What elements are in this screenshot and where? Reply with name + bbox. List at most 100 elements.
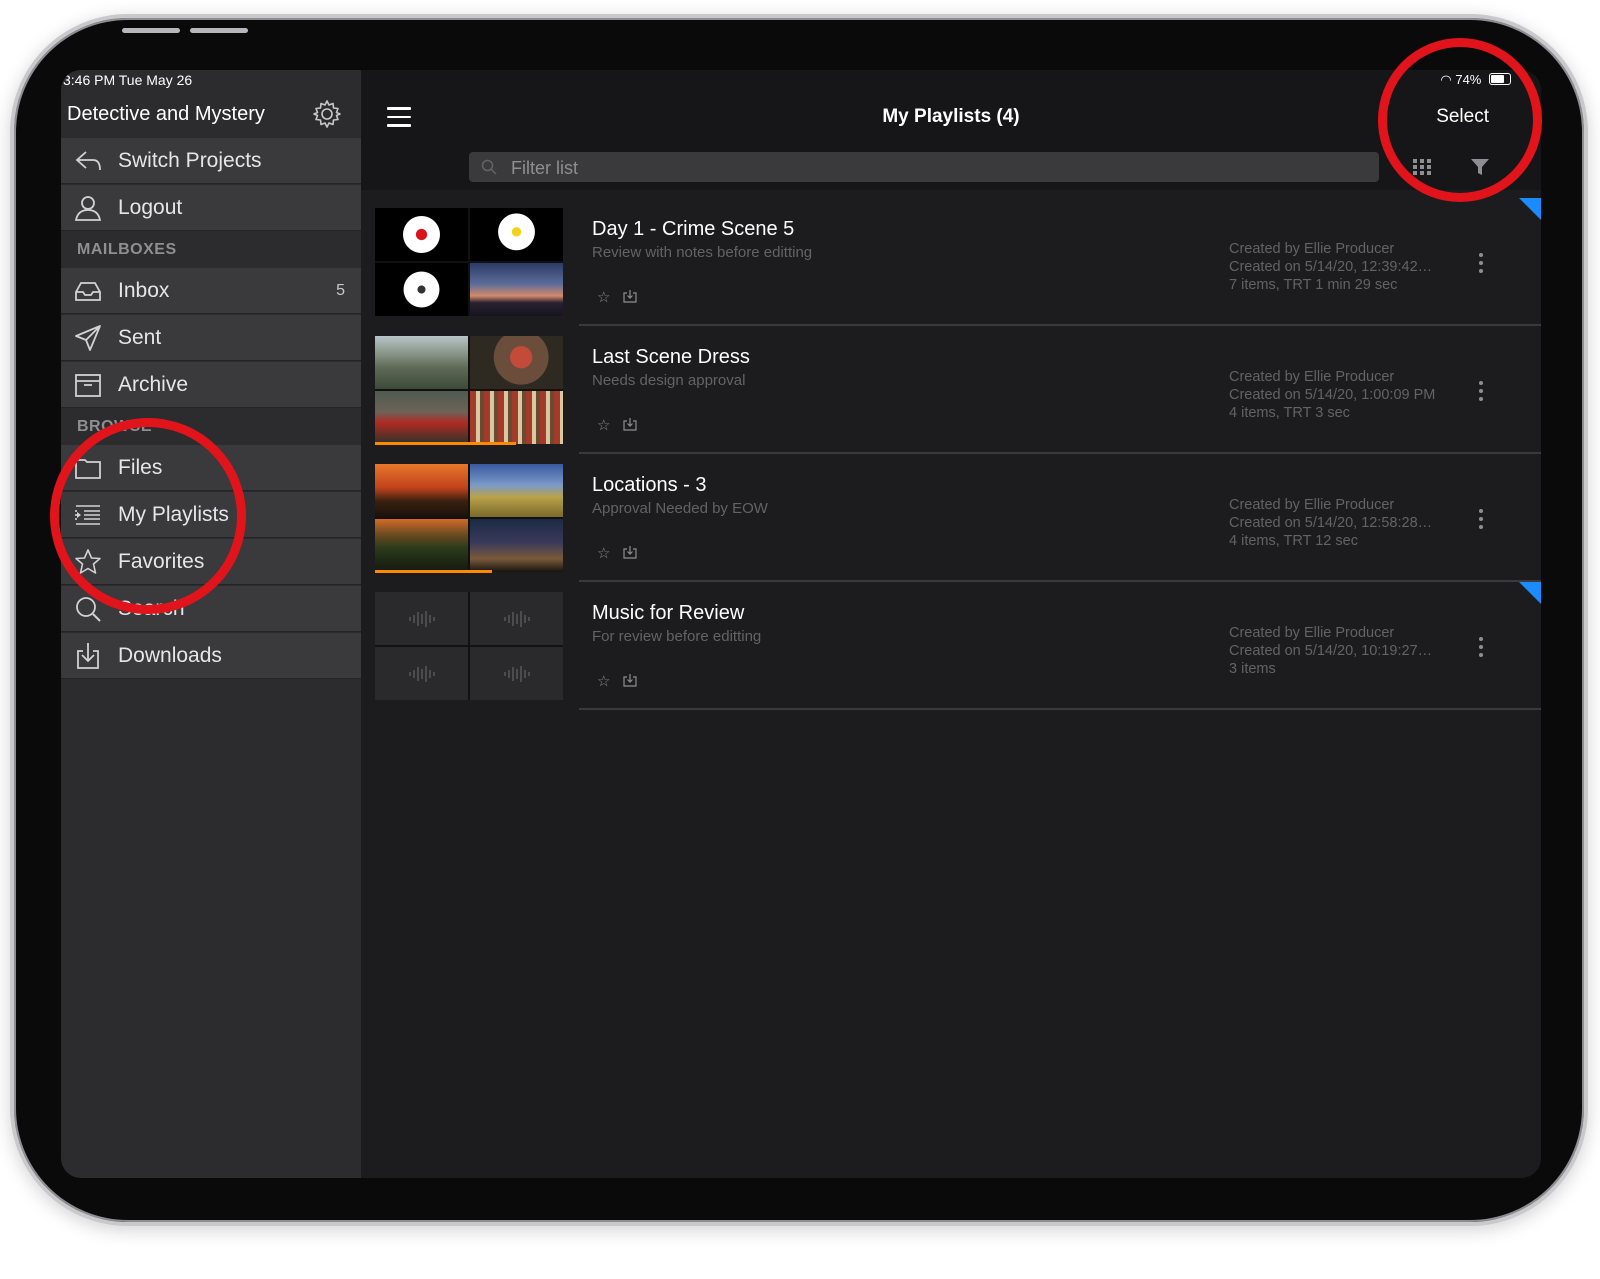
archive-box-icon [75,374,101,397]
created-on: Created on 5/14/20, 12:39:42… [1229,259,1433,275]
audio-waveform-icon [470,647,563,700]
annotation-circle-select [1378,38,1542,202]
sidebar-item-label: Sent [118,326,162,349]
main-content: My Playlists (4) ◠ 74% Select Filter lis… [361,70,1541,1178]
more-options-icon[interactable] [1477,507,1485,531]
playlist-title: Locations - 3 [592,474,707,496]
thumbnail-city-dusk [470,263,563,316]
more-options-icon[interactable] [1477,379,1485,403]
section-header-mailboxes: MAILBOXES [77,241,177,258]
sidebar: 3:46 PM Tue May 26 Detective and Mystery… [61,70,361,1178]
favorite-star-icon[interactable]: ☆ [597,672,610,690]
playlist-description: Approval Needed by EOW [592,500,768,517]
playback-progress [375,570,492,573]
playlist-title: Last Scene Dress [592,346,750,368]
playlist-row[interactable]: Music for Review For review before editt… [361,582,1541,710]
playlist-title: Day 1 - Crime Scene 5 [592,218,795,240]
download-icon[interactable] [623,673,637,687]
playlist-row[interactable]: Day 1 - Crime Scene 5 Review with notes … [361,198,1541,326]
playlist-description: For review before editting [592,628,762,645]
download-icon [77,643,99,669]
thumbnail-red-dress [375,208,468,261]
audio-waveform-icon [470,592,563,645]
playlist-thumbnail-grid [375,208,563,316]
playlist-meta: Created by Ellie Producer Created on 5/1… [1229,496,1432,550]
flag-corner-marker [1519,582,1541,604]
download-icon[interactable] [623,545,637,559]
gear-icon[interactable] [311,98,343,130]
sidebar-item-archive[interactable]: Archive [61,362,361,408]
project-title: Detective and Mystery [67,103,265,125]
created-by: Created by Ellie Producer [1229,625,1395,641]
sidebar-item-label: Logout [118,196,183,219]
audio-waveform-icon [375,647,468,700]
playlist-meta: Created by Ellie Producer Created on 5/1… [1229,240,1432,294]
search-icon [481,159,497,175]
playlist-thumbnail-grid [375,464,563,572]
app-screen: 3:46 PM Tue May 26 Detective and Mystery… [61,70,1541,1178]
flag-corner-marker [1519,198,1541,220]
paper-plane-icon [75,325,101,351]
item-summary: 7 items, TRT 1 min 29 sec [1229,277,1398,293]
thumbnail-market [470,391,563,444]
favorite-star-icon[interactable]: ☆ [597,544,610,562]
thumbnail-night-tree [470,519,563,572]
playlist-thumbnail-grid [375,336,563,444]
annotation-circle-my-playlists [50,418,246,614]
item-summary: 4 items, TRT 3 sec [1229,405,1350,421]
more-options-icon[interactable] [1477,251,1485,275]
more-options-icon[interactable] [1477,635,1485,659]
volume-button [122,28,180,33]
created-by: Created by Ellie Producer [1229,241,1395,257]
sidebar-item-label: Archive [118,373,189,396]
created-on: Created on 5/14/20, 12:58:28… [1229,515,1433,531]
thumbnail-couple [470,336,563,389]
playlist-row[interactable]: Locations - 3 Approval Needed by EOW ☆ C… [361,454,1541,582]
sidebar-item-label: Inbox [118,279,170,302]
playlist-meta: Created by Ellie Producer Created on 5/1… [1229,624,1432,678]
playlist-row[interactable]: Last Scene Dress Needs design approval ☆… [361,326,1541,454]
thumbnail-yellow-figure [470,208,563,261]
download-icon[interactable] [623,417,637,431]
sidebar-item-inbox[interactable]: Inbox 5 [61,268,361,314]
audio-waveform-icon [375,592,468,645]
header-bar: My Playlists (4) ◠ 74% Select [361,70,1541,190]
created-on: Created on 5/14/20, 1:00:09 PM [1229,387,1436,403]
created-on: Created on 5/14/20, 10:19:27… [1229,643,1433,659]
playlist-description: Review with notes before editting [592,244,813,261]
back-arrow-icon [75,151,101,171]
volume-button [190,28,248,33]
inbox-icon [75,282,101,301]
playlist-title: Music for Review [592,602,745,624]
playlist-thumbnail-grid [375,592,563,700]
download-icon[interactable] [623,289,637,303]
favorite-star-icon[interactable]: ☆ [597,416,610,434]
thumbnail-field-fence [470,464,563,517]
thumbnail-sunset-trees [375,464,468,517]
user-icon [74,196,102,221]
thumbnail-building [375,336,468,389]
thumbnail-figure-sketch [375,263,468,316]
sidebar-item-sent[interactable]: Sent [61,315,361,361]
inbox-count-badge: 5 [336,282,345,299]
sidebar-item-logout[interactable]: Logout [61,185,361,231]
item-summary: 4 items, TRT 12 sec [1229,533,1358,549]
created-by: Created by Ellie Producer [1229,369,1395,385]
filter-input[interactable] [509,152,1373,184]
item-summary: 3 items [1229,661,1276,677]
favorite-star-icon[interactable]: ☆ [597,288,610,306]
status-time: 3:46 PM Tue May 26 [63,72,193,88]
playlist-meta: Created by Ellie Producer Created on 5/1… [1229,368,1435,422]
thumbnail-cafe [375,391,468,444]
thumbnail-forest [375,519,468,572]
row-divider [579,708,1541,710]
playlist-description: Needs design approval [592,372,746,389]
sidebar-item-switch-projects[interactable]: Switch Projects [61,138,361,184]
sidebar-item-downloads[interactable]: Downloads [61,633,361,679]
sidebar-item-label: Downloads [118,644,222,667]
created-by: Created by Ellie Producer [1229,497,1395,513]
filter-list-field[interactable] [469,152,1379,184]
sidebar-item-label: Switch Projects [118,149,262,172]
playback-progress [375,442,516,445]
page-title: My Playlists (4) [882,106,1020,127]
